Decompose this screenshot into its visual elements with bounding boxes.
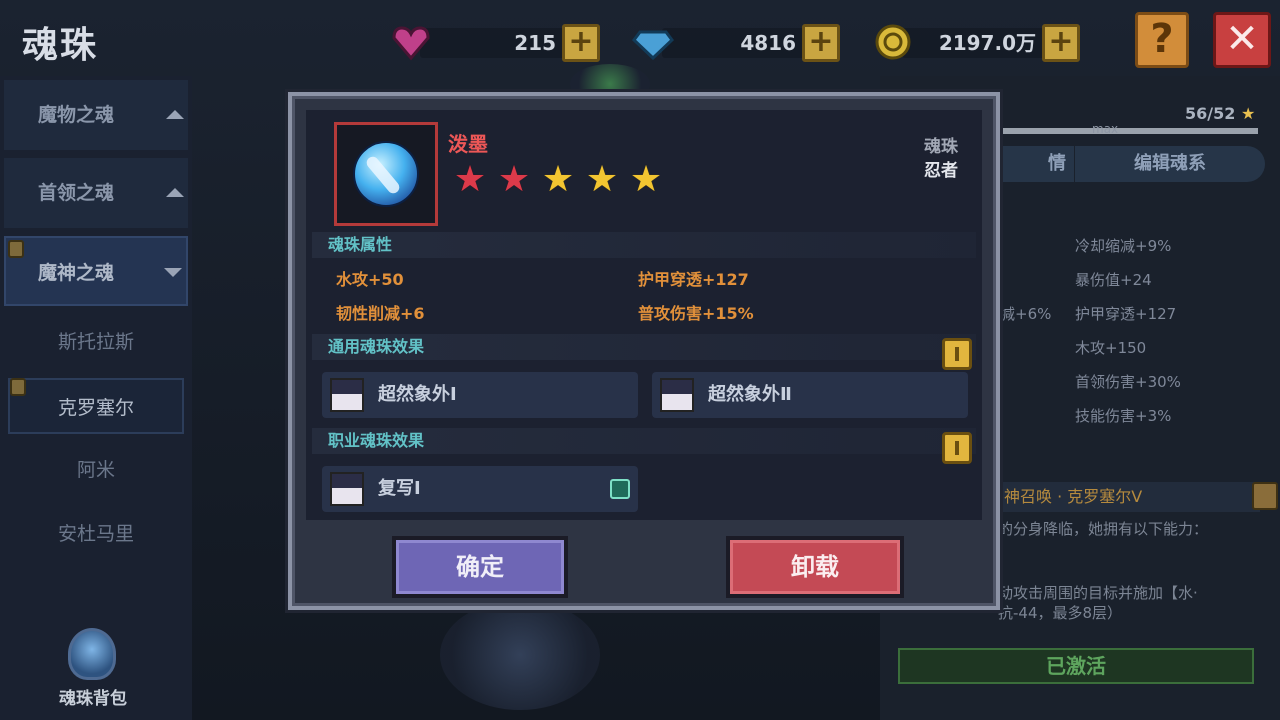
- chevron-up-icon: [166, 110, 184, 119]
- star-icon: ★: [453, 159, 487, 200]
- stat-line: 冷却缩减+9%: [1075, 237, 1172, 255]
- category-monster-soul[interactable]: 魔物之魂: [4, 80, 188, 150]
- soul-bag-label: 魂珠背包: [59, 689, 127, 709]
- stat-line: 暴伤值+24: [1075, 271, 1152, 289]
- attribute-line: 普攻伤害+15%: [638, 304, 754, 323]
- character-avatar: [330, 472, 364, 506]
- resource-heart-gem: 215 +: [390, 22, 600, 62]
- category-boss-soul[interactable]: 首领之魂: [4, 158, 188, 228]
- add-diamond-button[interactable]: +: [802, 24, 840, 62]
- stat-line: 首领伤害+30%: [1075, 373, 1181, 391]
- add-heart-gem-button[interactable]: +: [562, 24, 600, 62]
- effect-label: 超然象外Ⅰ: [378, 384, 457, 405]
- soul-orb-screen: 魂珠 215 + 4816 + 2197.0万 + ? ✕ 魔物之魂 首领之魂 …: [0, 0, 1280, 720]
- diamond-count: 4816: [740, 31, 796, 55]
- soul-orb-detail-dialog: 泼墨 ★ ★ ★ ★ ★ 魂珠 忍者 魂珠属性 水攻+50 护甲穿透+127 韧性削减+…: [288, 92, 1000, 610]
- confirm-button[interactable]: 确定: [392, 536, 568, 598]
- section-orb-attributes: 魂珠属性: [312, 232, 976, 258]
- gold-count: 2197.0万: [938, 31, 1036, 55]
- category-label: 首领之魂: [37, 182, 114, 204]
- skill-description-line: 的分身降临，她拥有以下能力：: [998, 520, 1209, 538]
- dialog-content: 泼墨 ★ ★ ★ ★ ★ 魂珠 忍者 魂珠属性 水攻+50 护甲穿透+127 韧性削减+…: [306, 110, 982, 520]
- background-emblem-bottom: [440, 600, 600, 710]
- lock-icon: [1252, 482, 1278, 510]
- effect-label: 超然象外Ⅱ: [708, 384, 792, 405]
- info-icon[interactable]: [942, 432, 972, 464]
- sidebar-item-ami[interactable]: 阿米: [8, 442, 184, 498]
- heart-gem-icon: [392, 26, 430, 61]
- skill-title: 神召唤 · 克罗塞尔Ⅴ: [998, 482, 1260, 512]
- level-progress-bar: [1000, 128, 1258, 134]
- close-button[interactable]: ✕: [1213, 12, 1271, 68]
- skill-description-line: 动攻击周围的目标并施加【水·: [998, 584, 1198, 602]
- activated-status: 已激活: [898, 648, 1254, 684]
- heart-gem-count: 215: [514, 31, 556, 55]
- common-effect-1[interactable]: 超然象外Ⅰ: [322, 372, 638, 418]
- resource-gold: 2197.0万 +: [872, 22, 1080, 62]
- stat-line: 护甲穿透+127: [1075, 305, 1177, 323]
- category-demon-soul[interactable]: 魔神之魂: [4, 236, 188, 306]
- section-common-effects: 通用魂珠效果: [312, 334, 976, 360]
- lock-icon: [10, 378, 26, 396]
- sidebar-item-andromalius[interactable]: 安杜马里: [8, 506, 184, 562]
- soul-orb-bag-icon: [68, 628, 116, 680]
- star-icon: ★: [1240, 104, 1256, 123]
- tab-details[interactable]: 情: [1000, 146, 1074, 182]
- star-icon: ★: [497, 159, 531, 200]
- star-rating: ★ ★ ★ ★ ★: [448, 160, 668, 200]
- page-title: 魂珠: [22, 25, 99, 66]
- gold-coin-icon: [875, 24, 911, 60]
- orb-name: 泼墨: [448, 132, 488, 156]
- attribute-line: 护甲穿透+127: [638, 270, 749, 289]
- character-avatar: [660, 378, 694, 412]
- add-gold-button[interactable]: +: [1042, 24, 1080, 62]
- sidebar-item-crocell[interactable]: 克罗塞尔: [8, 378, 184, 434]
- info-icon[interactable]: [942, 338, 972, 370]
- stat-line: 技能伤害+3%: [1075, 407, 1172, 425]
- category-label: 魔物之魂: [37, 104, 114, 126]
- lock-icon: [8, 240, 24, 258]
- orb-icon-frame: [334, 122, 438, 226]
- category-label: 魔神之魂: [37, 262, 114, 284]
- help-button[interactable]: ?: [1135, 12, 1189, 68]
- item-class: 忍者: [924, 161, 958, 181]
- common-effect-2[interactable]: 超然象外Ⅱ: [652, 372, 968, 418]
- max-label: max: [1092, 122, 1119, 136]
- sidebar-item-stolas[interactable]: 斯托拉斯: [8, 314, 184, 370]
- tab-edit-soul-system[interactable]: 编辑魂系: [1075, 146, 1265, 182]
- soul-bag-button[interactable]: 魂珠背包: [48, 628, 138, 714]
- level-counter: 56/52 ★: [1185, 104, 1256, 123]
- section-class-effects: 职业魂珠效果: [312, 428, 976, 454]
- diamond-icon: [632, 30, 674, 61]
- effect-label: 复写Ⅰ: [378, 478, 421, 499]
- stat-line: 木攻+150: [1075, 339, 1147, 357]
- item-type: 魂珠: [924, 137, 958, 157]
- attribute-line: 水攻+50: [336, 270, 404, 289]
- sidebar: 魔物之魂 首领之魂 魔神之魂 斯托拉斯 克罗塞尔 阿米 安杜马里 魂珠背包: [0, 76, 192, 720]
- soul-orb-icon: [353, 141, 419, 207]
- stat-left-line: 减+6%: [1000, 305, 1052, 323]
- star-icon: ★: [585, 159, 619, 200]
- chevron-down-icon: [164, 268, 182, 277]
- character-avatar: [330, 378, 364, 412]
- chevron-up-icon: [166, 188, 184, 197]
- attribute-line: 韧性削减+6: [336, 304, 425, 323]
- star-icon: ★: [629, 159, 663, 200]
- star-icon: ★: [541, 159, 575, 200]
- class-effect-1[interactable]: 复写Ⅰ: [322, 466, 638, 512]
- edit-icon[interactable]: [610, 479, 630, 499]
- unload-button[interactable]: 卸载: [726, 536, 904, 598]
- resource-diamond: 4816 +: [632, 22, 840, 62]
- skill-description-line: 抗-44，最多8层）: [998, 604, 1123, 622]
